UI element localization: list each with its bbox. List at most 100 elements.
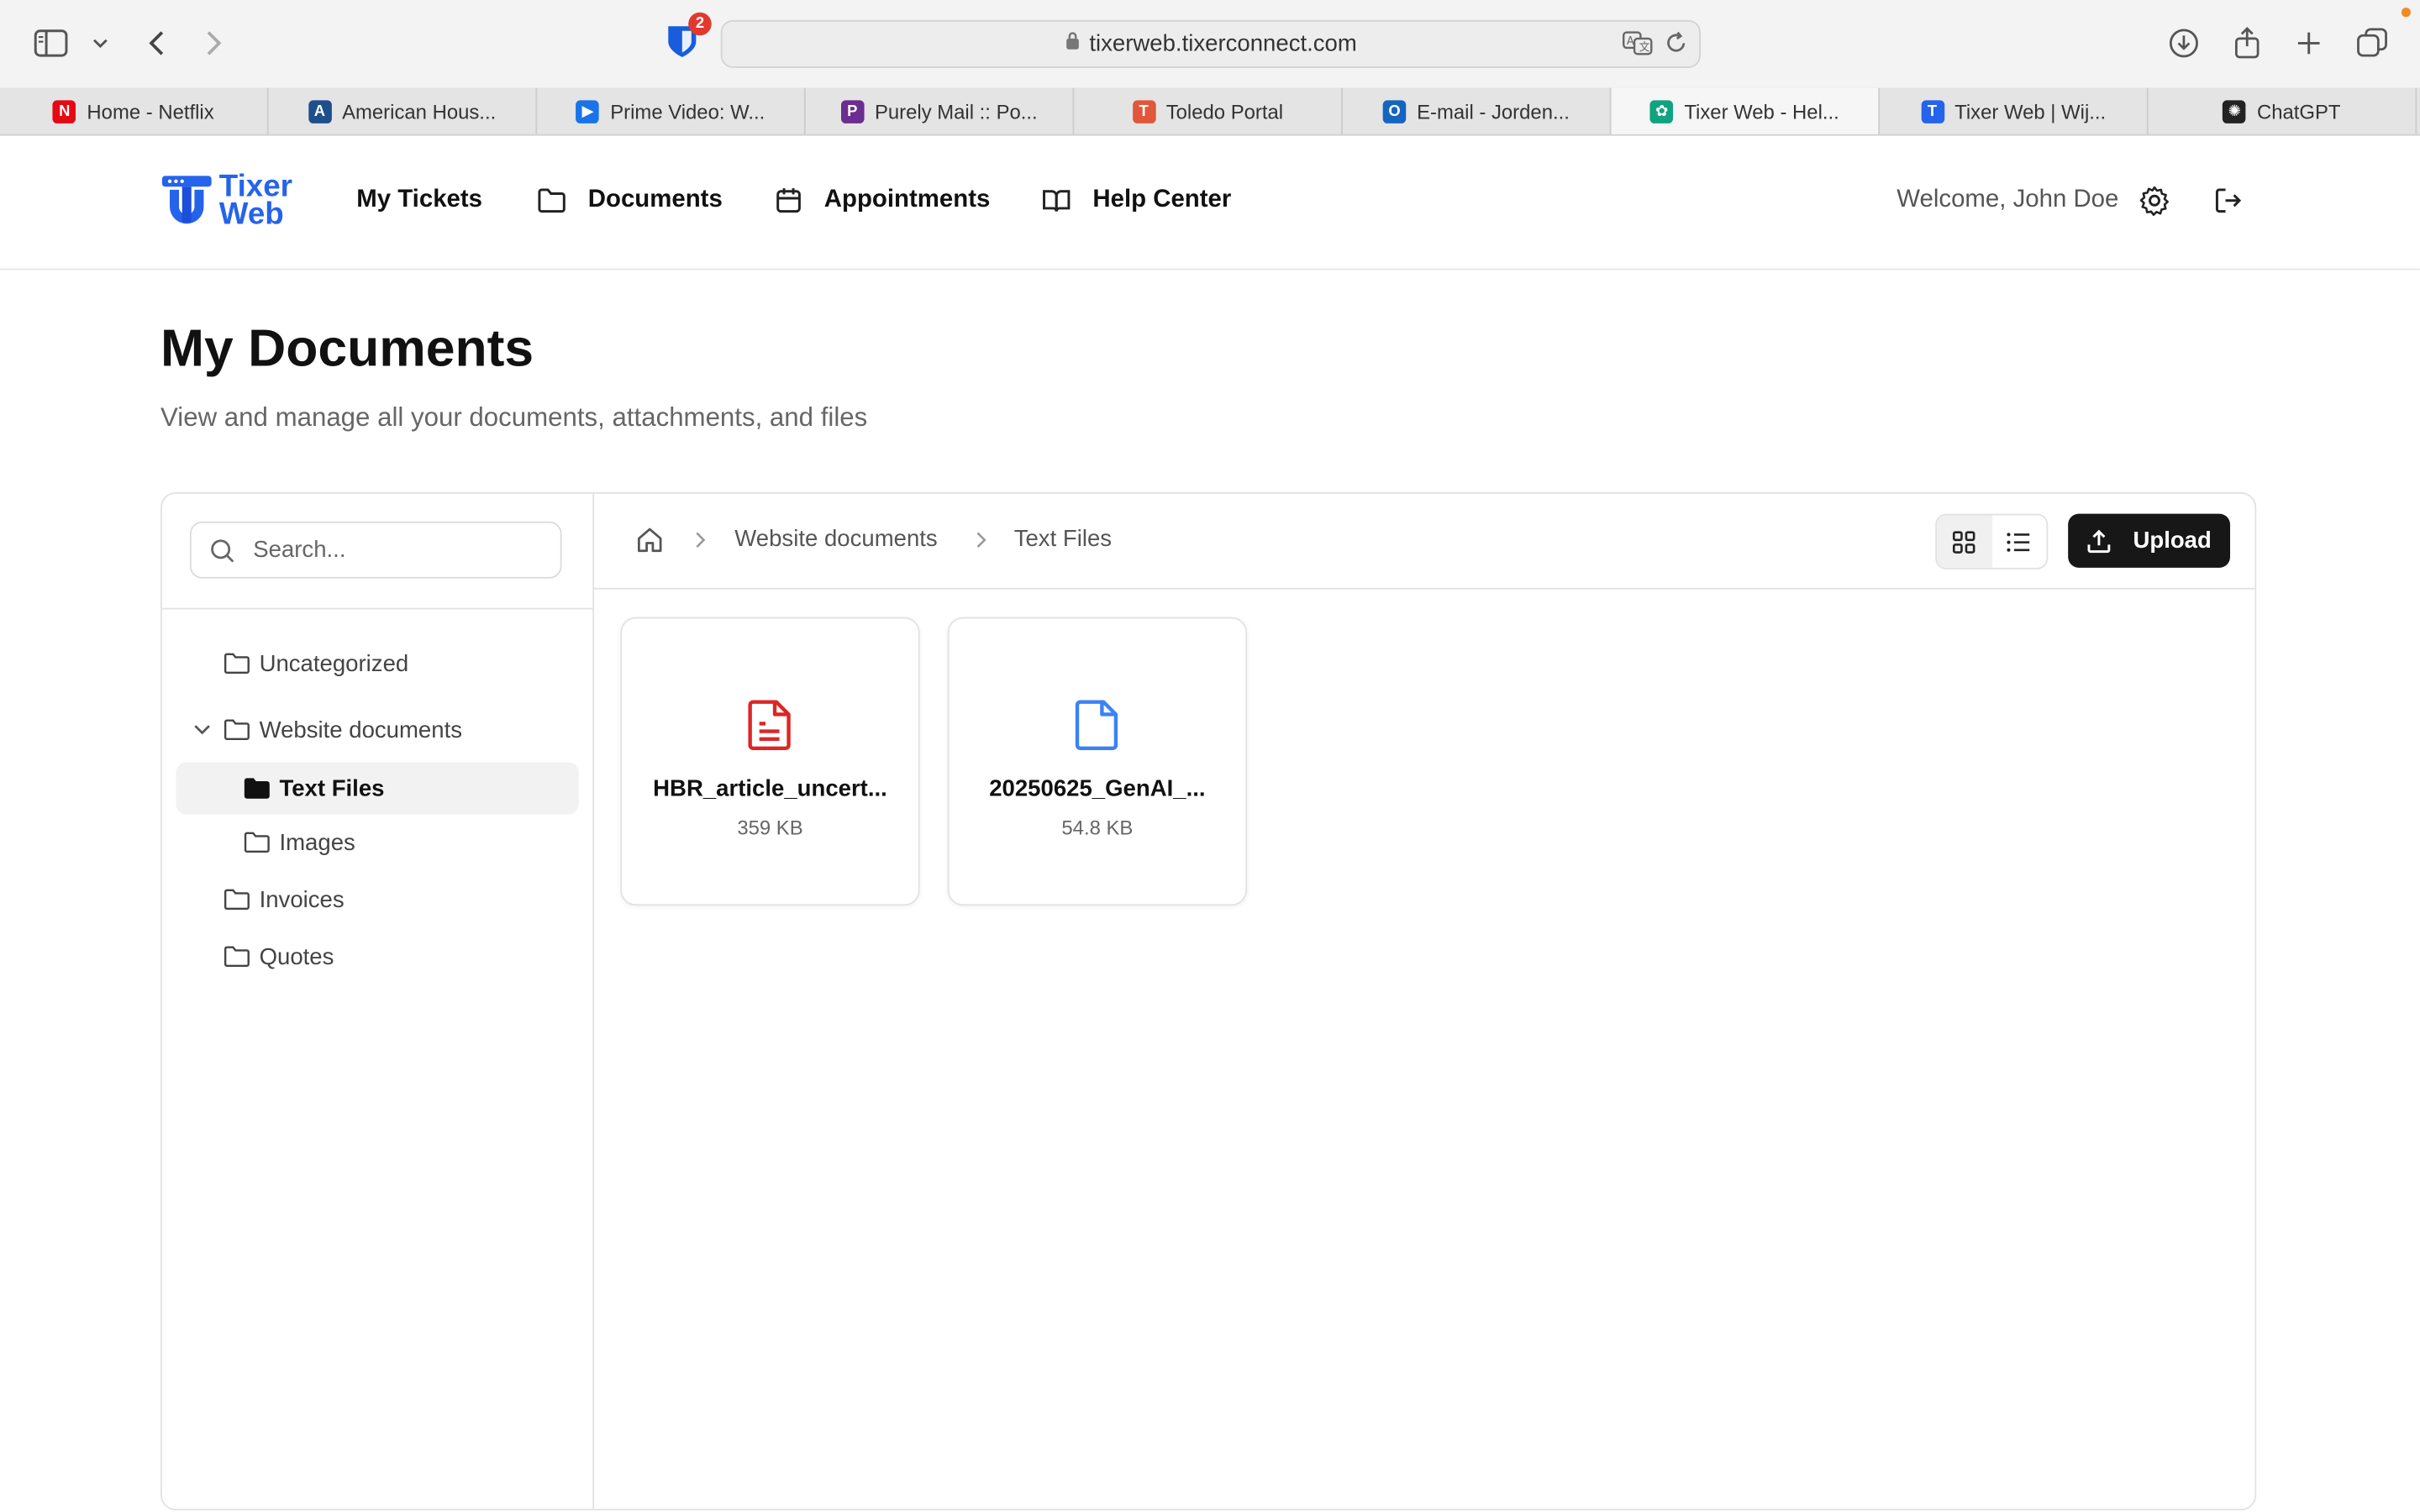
grid-view-button[interactable] [1937, 515, 1992, 568]
tixer-web-logo[interactable]: Tixer Web [160, 170, 292, 230]
nav-documents[interactable]: Documents [537, 186, 723, 214]
file-card[interactable]: HBR_article_uncert... 359 KB [620, 617, 920, 906]
sidebar-divider [161, 607, 593, 610]
downloads-icon[interactable] [2164, 22, 2204, 65]
chevron-right-icon [976, 529, 988, 557]
search-box[interactable] [189, 521, 562, 579]
folder-icon [244, 832, 270, 853]
settings-gear-icon[interactable] [2139, 185, 2170, 216]
folder-uncategorized[interactable]: Uncategorized [224, 638, 408, 690]
grid-icon [1953, 530, 1975, 553]
file-card[interactable]: 20250625_GenAI_... 54.8 KB [947, 617, 1248, 906]
folder-text-files-label: Text Files [279, 774, 385, 802]
browser-tab-label: E-mail - Jorden... [1417, 99, 1570, 123]
chevron-down-icon[interactable] [81, 22, 121, 65]
browser-tab-label: Tixer Web - Hel... [1684, 99, 1839, 123]
svg-text:文: 文 [1639, 42, 1650, 55]
folder-icon [224, 719, 250, 740]
tab-favicon-icon: P [840, 99, 865, 123]
reload-icon[interactable] [1665, 31, 1687, 60]
url-text: tixerweb.tixerconnect.com [1089, 30, 1357, 57]
app-header: Tixer Web My Tickets Documents Appointme… [0, 135, 2420, 270]
chevron-down-icon[interactable] [193, 723, 212, 736]
tab-bar: N Home - Netflix A American Hous... ▶ Prime V… [0, 87, 2420, 136]
tab-favicon-icon: N [53, 99, 76, 123]
file-name: 20250625_GenAI_... [989, 775, 1206, 803]
folder-quotes-label: Quotes [259, 943, 334, 970]
extension-badge: 2 [688, 12, 712, 36]
browser-tab[interactable]: ▶ Prime Video: W... [537, 87, 806, 134]
folder-icon [224, 946, 250, 967]
nav-help-center-label: Help Center [1092, 186, 1232, 213]
folder-text-files[interactable]: Text Files [176, 762, 579, 815]
chevron-right-icon [695, 529, 708, 557]
file-icon [1074, 699, 1120, 759]
nav-help-center[interactable]: Help Center [1042, 186, 1232, 214]
welcome-text: Welcome, John Doe [1897, 186, 2119, 213]
view-toggle [1935, 513, 2049, 570]
svg-text:A: A [1627, 35, 1634, 48]
browser-tab-label: Tixer Web | Wij... [1954, 99, 2107, 123]
nav-documents-label: Documents [587, 186, 723, 213]
forward-icon[interactable] [194, 22, 234, 65]
back-icon[interactable] [136, 22, 176, 65]
search-icon [211, 538, 234, 562]
list-icon [2007, 532, 2030, 551]
translate-icon[interactable]: A文 [1622, 31, 1653, 62]
folder-icon [224, 889, 250, 911]
browser-tab-label: Purely Mail :: Po... [874, 99, 1038, 123]
browser-tab[interactable]: ✺ ChatGPT [2149, 87, 2417, 134]
tixer-logo-icon [161, 176, 212, 224]
nav-my-tickets[interactable]: My Tickets [356, 186, 482, 214]
address-bar[interactable]: tixerweb.tixerconnect.com A文 [720, 19, 1702, 68]
folder-invoices-label: Invoices [259, 886, 345, 913]
browser-tab[interactable]: A American Hous... [269, 87, 538, 134]
folder-icon [538, 188, 566, 213]
browser-tab-label: Home - Netflix [87, 99, 214, 123]
folder-invoices[interactable]: Invoices [224, 874, 345, 926]
share-icon[interactable] [2227, 22, 2267, 65]
folder-icon [224, 653, 250, 674]
browser-tab[interactable]: T Tixer Web | Wij... [1880, 87, 2149, 134]
nav-appointments[interactable]: Appointments [775, 186, 990, 214]
folder-filled-icon [244, 778, 270, 799]
sidebar-toggle-icon[interactable] [31, 22, 71, 65]
browser-tab[interactable]: O E-mail - Jorden... [1343, 87, 1612, 134]
lock-icon [1065, 31, 1080, 57]
folder-images-label: Images [279, 829, 355, 856]
logout-icon[interactable] [2213, 185, 2244, 216]
browser-toolbar: 2 tixerweb.tixerconnect.com A文 [0, 0, 2420, 90]
content-header: Website documents Text Files Upload [592, 494, 2255, 590]
upload-icon [2087, 528, 2111, 553]
browser-tab[interactable]: ✿ Tixer Web - Hel... [1611, 87, 1881, 134]
breadcrumb-text-files: Text Files [1013, 526, 1113, 553]
pdf-file-icon [747, 699, 793, 759]
browser-tab-label: Toledo Portal [1165, 99, 1284, 123]
book-open-icon [1043, 190, 1071, 212]
nav-my-tickets-label: My Tickets [356, 186, 483, 213]
folder-images[interactable]: Images [244, 816, 355, 869]
tab-favicon-icon: O [1382, 99, 1407, 123]
breadcrumb-website-documents[interactable]: Website documents [734, 526, 937, 552]
browser-tab[interactable]: N Home - Netflix [0, 87, 269, 134]
browser-tab-label: ChatGPT [2257, 99, 2341, 123]
upload-button-label: Upload [2133, 528, 2212, 554]
search-input[interactable] [250, 535, 550, 565]
folder-website-documents[interactable]: Website documents [193, 704, 462, 756]
folder-uncategorized-label: Uncategorized [259, 650, 409, 677]
browser-tab-label: American Hous... [342, 99, 497, 123]
upload-button[interactable]: Upload [2068, 513, 2231, 568]
logo-text-line1: Tixer [218, 170, 292, 204]
page-subtitle: View and manage all your documents, atta… [160, 402, 868, 433]
browser-tab[interactable]: P Purely Mail :: Po... [806, 87, 1075, 134]
tab-favicon-icon: ▶ [576, 99, 600, 123]
browser-tab[interactable]: T Toledo Portal [1074, 87, 1343, 134]
home-icon[interactable] [636, 526, 664, 561]
new-tab-icon[interactable] [2289, 22, 2329, 65]
list-view-button[interactable] [1991, 515, 2046, 567]
folder-quotes[interactable]: Quotes [224, 931, 334, 983]
tab-favicon-icon: ✺ [2223, 99, 2247, 123]
calendar-icon [776, 188, 801, 213]
tab-favicon-icon: ✿ [1649, 99, 1674, 123]
tab-overview-icon[interactable] [2352, 22, 2392, 65]
